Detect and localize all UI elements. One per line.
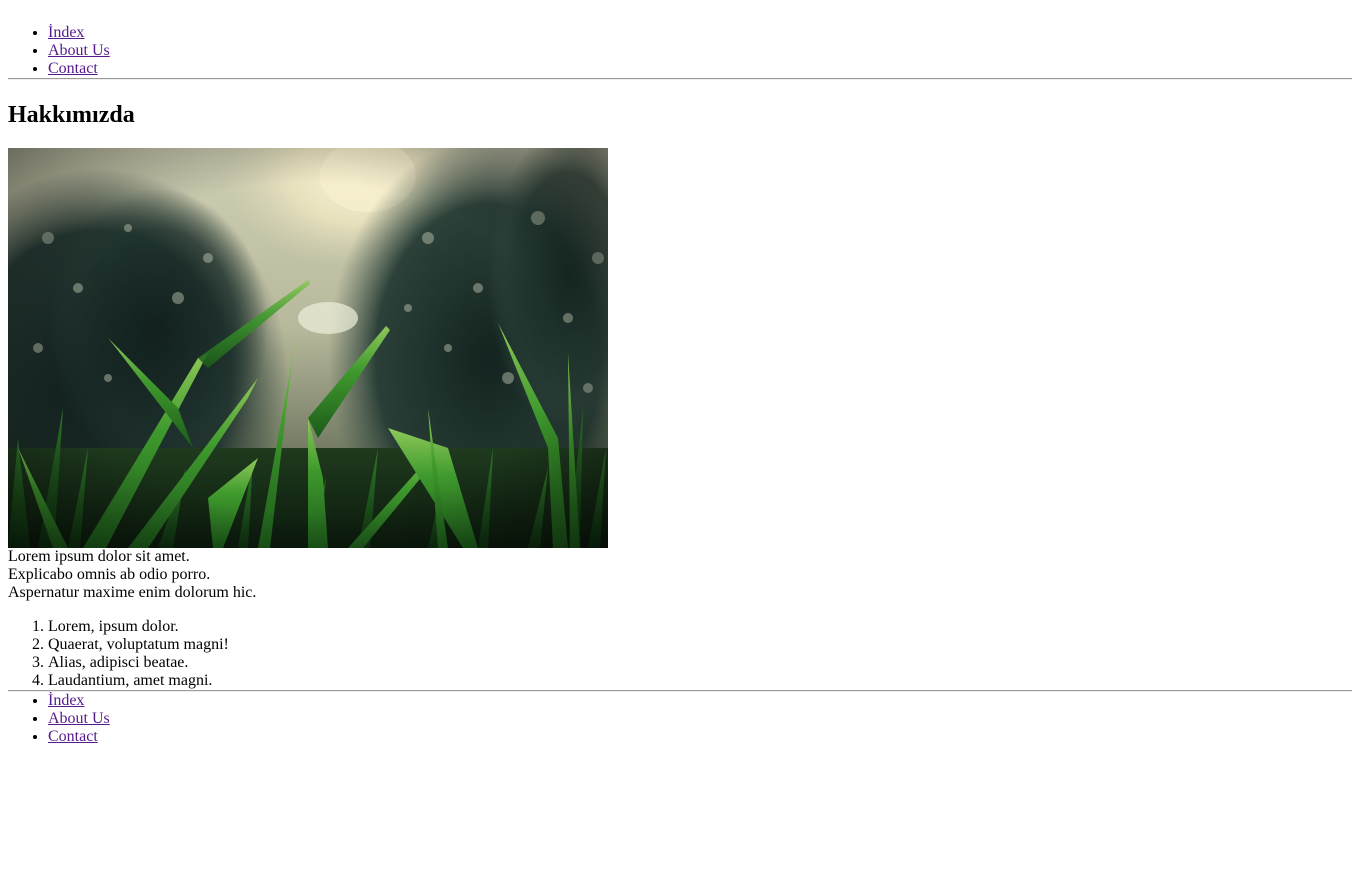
footer-nav-link-index[interactable]: İndex (48, 692, 84, 709)
grass-photo (8, 148, 608, 548)
footer-nav-item-about: About Us (48, 710, 1352, 728)
list-item: Lorem, ipsum dolor. (48, 618, 1352, 636)
page-title: Hakkımızda (8, 102, 135, 128)
list-item: Quaerat, voluptatum magni! (48, 636, 1352, 654)
footer-nav-item-contact: Contact (48, 728, 1352, 746)
paragraph-2: Explicabo omnis ab odio porro. (8, 566, 211, 583)
list-item: Laudantium, amet magni. (48, 672, 1352, 690)
header-nav-item-contact: Contact (48, 60, 1352, 78)
header-nav-link-contact[interactable]: Contact (48, 60, 98, 77)
numbered-list: Lorem, ipsum dolor. Quaerat, voluptatum … (8, 618, 1352, 690)
paragraph-1: Lorem ipsum dolor sit amet. (8, 548, 190, 565)
header-nav-item-index: İndex (48, 24, 1352, 42)
header-nav-link-about-us[interactable]: About Us (48, 42, 110, 59)
footer-nav: İndex About Us Contact (8, 692, 1352, 746)
footer-nav-item-index: İndex (48, 692, 1352, 710)
paragraph-3: Aspernatur maxime enim dolorum hic. (8, 584, 257, 601)
footer-nav-link-contact[interactable]: Contact (48, 728, 98, 745)
footer-nav-link-about-us[interactable]: About Us (48, 710, 110, 727)
header-nav-item-about: About Us (48, 42, 1352, 60)
header-nav: İndex About Us Contact (8, 24, 1352, 78)
header-nav-link-index[interactable]: İndex (48, 24, 84, 41)
page: İndex About Us Contact Hakkımızda (8, 0, 1352, 746)
list-item: Alias, adipisci beatae. (48, 654, 1352, 672)
